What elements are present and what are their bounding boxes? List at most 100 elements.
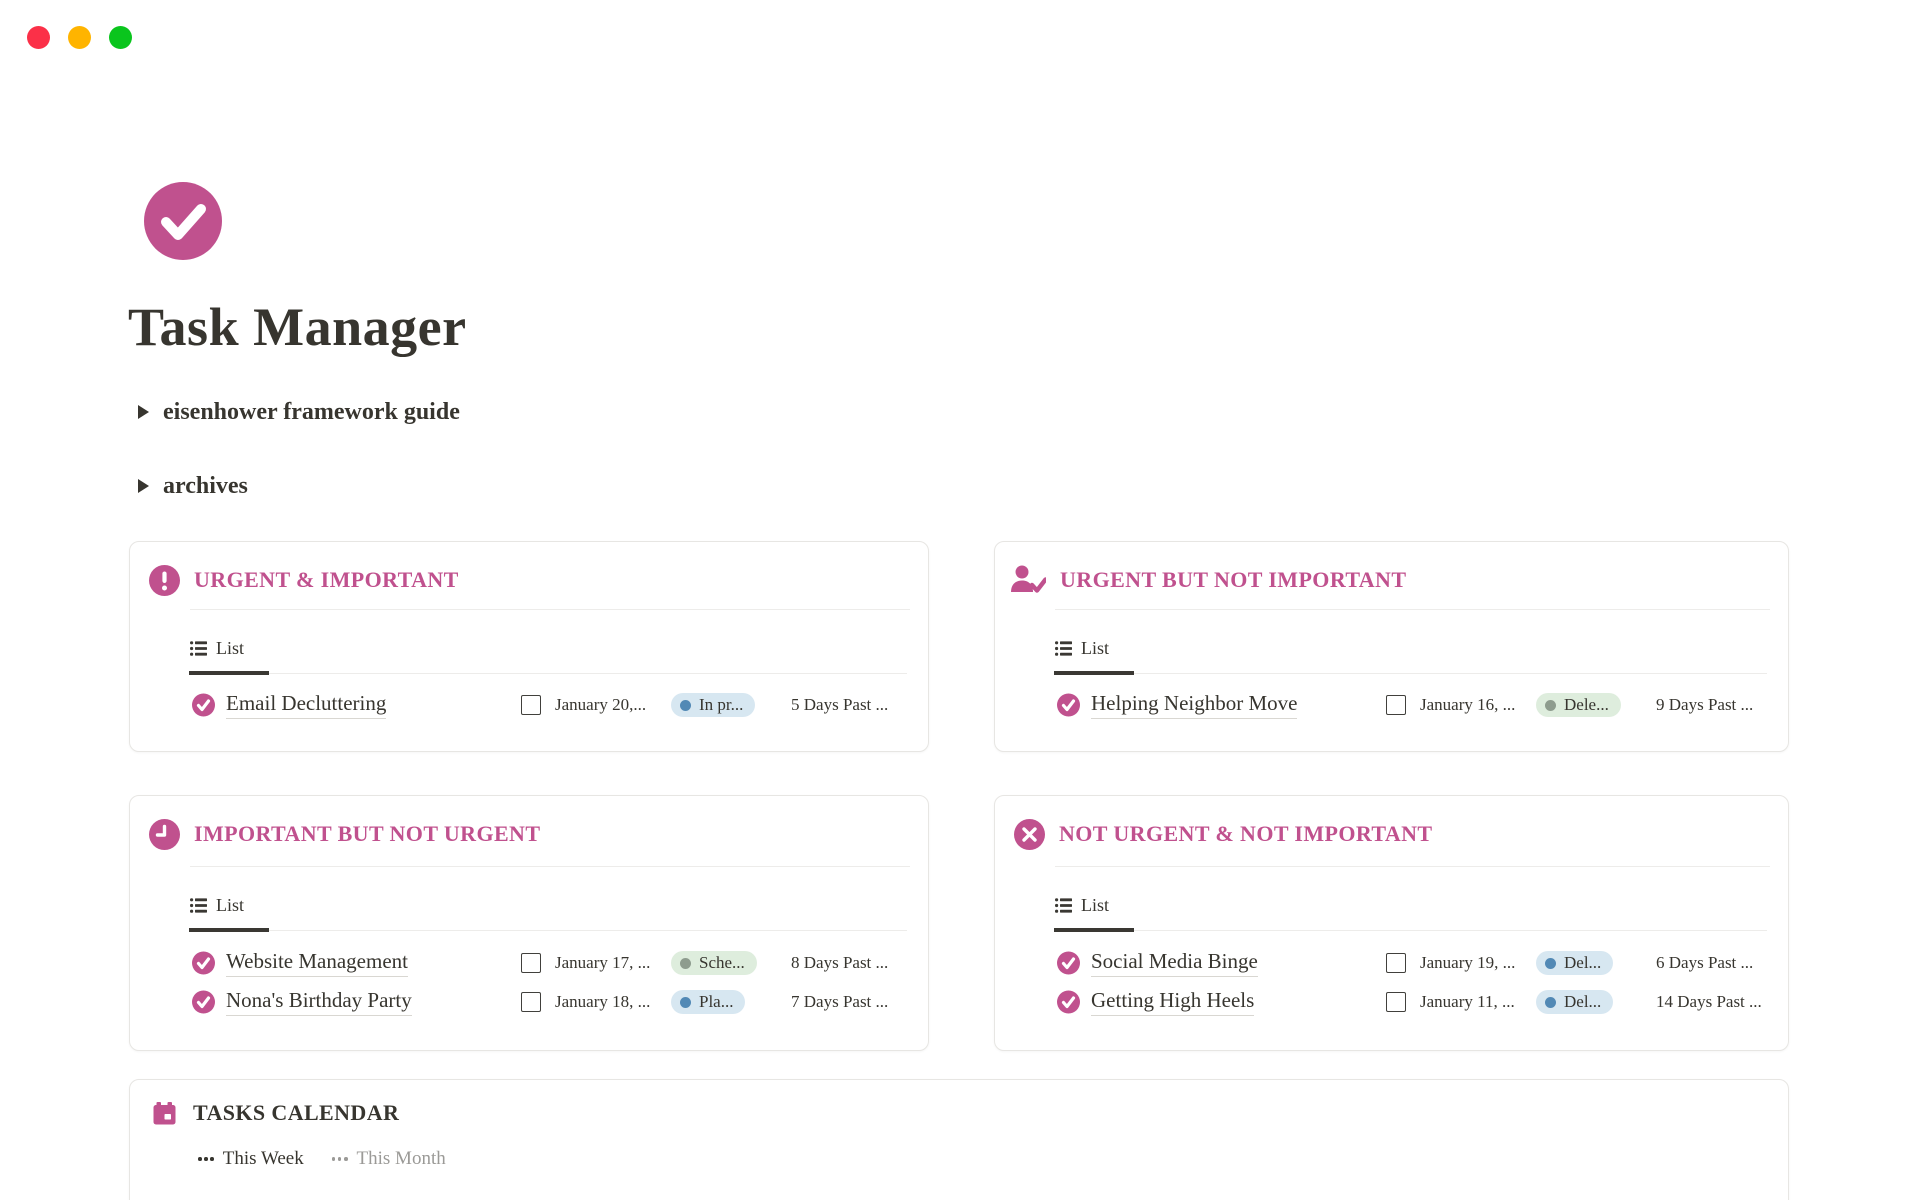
minimize-window-button[interactable] — [68, 26, 91, 49]
quadrant-header: URGENT BUT NOT IMPORTANT — [1009, 564, 1770, 596]
clock-icon — [148, 818, 180, 850]
page-title: Task Manager — [128, 296, 467, 358]
quadrant-card-urgent-not-important: URGENT BUT NOT IMPORTANT List Helping Ne… — [994, 541, 1789, 752]
calendar-tab-this-month[interactable]: This Month — [332, 1148, 446, 1170]
task-days-past: 7 Days Past ... — [791, 992, 888, 1012]
list-view-icon — [190, 898, 207, 913]
calendar-view-tabs: This Week This Month — [198, 1148, 446, 1170]
toggle-archives[interactable]: archives — [138, 471, 248, 501]
task-row: Email Decluttering January 20,... In pr.… — [130, 687, 928, 723]
status-dot-icon — [680, 997, 691, 1008]
quadrant-header: URGENT & IMPORTANT — [148, 564, 910, 596]
divider — [190, 609, 910, 610]
task-date[interactable]: January 20,... — [555, 695, 646, 715]
task-name-link[interactable]: Helping Neighbor Move — [1091, 691, 1297, 719]
view-tab-list[interactable]: List — [190, 891, 244, 919]
task-row: Helping Neighbor Move January 16, ... De… — [995, 687, 1788, 723]
zoom-window-button[interactable] — [109, 26, 132, 49]
view-dots-icon — [332, 1157, 348, 1161]
view-tab-list[interactable]: List — [1055, 634, 1109, 662]
task-name-link[interactable]: Email Decluttering — [226, 691, 386, 719]
task-days-past: 14 Days Past ... — [1656, 992, 1762, 1012]
list-view-icon — [1055, 641, 1072, 656]
status-dot-icon — [1545, 958, 1556, 969]
task-date[interactable]: January 18, ... — [555, 992, 650, 1012]
list-view-icon — [190, 641, 207, 656]
view-tab-list[interactable]: List — [1055, 891, 1109, 919]
close-window-button[interactable] — [27, 26, 50, 49]
toggle-triangle-icon — [138, 479, 149, 493]
task-days-past: 5 Days Past ... — [791, 695, 888, 715]
quadrant-header: NOT URGENT & NOT IMPORTANT — [1013, 818, 1770, 850]
calendar-icon — [152, 1101, 177, 1126]
divider — [1055, 609, 1770, 610]
task-checkbox[interactable] — [521, 953, 541, 973]
view-dots-icon — [198, 1157, 214, 1161]
task-checkbox[interactable] — [1386, 953, 1406, 973]
task-status-badge[interactable]: Sche... — [671, 951, 757, 975]
page-check-circle-icon[interactable] — [144, 182, 222, 260]
task-check-icon — [1057, 991, 1080, 1014]
divider — [190, 866, 910, 867]
tab-divider — [189, 930, 907, 931]
task-checkbox[interactable] — [1386, 992, 1406, 1012]
toggle-triangle-icon — [138, 405, 149, 419]
quadrant-title: NOT URGENT & NOT IMPORTANT — [1059, 821, 1433, 847]
task-days-past: 6 Days Past ... — [1656, 953, 1753, 973]
active-tab-indicator — [1054, 671, 1134, 675]
toggle-eisenhower-framework-guide[interactable]: eisenhower framework guide — [138, 397, 460, 427]
task-status-badge[interactable]: In pr... — [671, 693, 755, 717]
task-date[interactable]: January 16, ... — [1420, 695, 1515, 715]
quadrant-header: IMPORTANT BUT NOT URGENT — [148, 818, 910, 850]
calendar-tab-label: This Month — [357, 1148, 446, 1170]
task-row: Website Management January 17, ... Sche.… — [130, 945, 928, 981]
task-status-badge[interactable]: Pla... — [671, 990, 745, 1014]
quadrant-title: URGENT & IMPORTANT — [194, 567, 459, 593]
status-dot-icon — [1545, 997, 1556, 1008]
task-checkbox[interactable] — [521, 695, 541, 715]
quadrant-card-not-urgent-not-important: NOT URGENT & NOT IMPORTANT List Social M… — [994, 795, 1789, 1051]
task-date[interactable]: January 19, ... — [1420, 953, 1515, 973]
view-tab-list[interactable]: List — [190, 634, 244, 662]
status-dot-icon — [680, 958, 691, 969]
divider — [1055, 866, 1770, 867]
task-checkbox[interactable] — [1386, 695, 1406, 715]
active-tab-indicator — [1054, 928, 1134, 932]
task-name-link[interactable]: Website Management — [226, 949, 408, 977]
task-check-icon — [1057, 694, 1080, 717]
task-row: Social Media Binge January 19, ... Del..… — [995, 945, 1788, 981]
tasks-calendar-card: TASKS CALENDAR This Week This Month — [129, 1079, 1789, 1200]
tab-divider — [1054, 930, 1767, 931]
quadrant-card-urgent-important: URGENT & IMPORTANT List Email Declutteri… — [129, 541, 929, 752]
calendar-tab-label: This Week — [223, 1148, 304, 1170]
task-row: Nona's Birthday Party January 18, ... Pl… — [130, 984, 928, 1020]
task-name-link[interactable]: Social Media Binge — [1091, 949, 1258, 977]
view-tab-label: List — [216, 638, 244, 659]
active-tab-indicator — [189, 928, 269, 932]
toggle-label: eisenhower framework guide — [163, 399, 460, 426]
task-name-link[interactable]: Getting High Heels — [1091, 988, 1254, 1016]
task-date[interactable]: January 11, ... — [1420, 992, 1515, 1012]
calendar-tab-this-week[interactable]: This Week — [198, 1148, 304, 1170]
task-days-past: 8 Days Past ... — [791, 953, 888, 973]
task-checkbox[interactable] — [521, 992, 541, 1012]
task-check-icon — [1057, 952, 1080, 975]
status-dot-icon — [680, 700, 691, 711]
view-tab-label: List — [1081, 895, 1109, 916]
task-date[interactable]: January 17, ... — [555, 953, 650, 973]
window-controls — [27, 26, 132, 49]
x-circle-icon — [1013, 818, 1045, 850]
quadrant-card-important-not-urgent: IMPORTANT BUT NOT URGENT List Website Ma… — [129, 795, 929, 1051]
task-status-badge[interactable]: Del... — [1536, 990, 1613, 1014]
exclamation-circle-icon — [148, 564, 180, 596]
person-check-icon — [1009, 564, 1046, 596]
task-status-badge[interactable]: Dele... — [1536, 693, 1621, 717]
task-name-link[interactable]: Nona's Birthday Party — [226, 988, 412, 1016]
quadrant-title: IMPORTANT BUT NOT URGENT — [194, 821, 540, 847]
calendar-title: TASKS CALENDAR — [193, 1100, 399, 1126]
calendar-header: TASKS CALENDAR — [152, 1100, 399, 1126]
active-tab-indicator — [189, 671, 269, 675]
task-check-icon — [192, 952, 215, 975]
task-status-badge[interactable]: Del... — [1536, 951, 1613, 975]
tab-divider — [189, 673, 907, 674]
